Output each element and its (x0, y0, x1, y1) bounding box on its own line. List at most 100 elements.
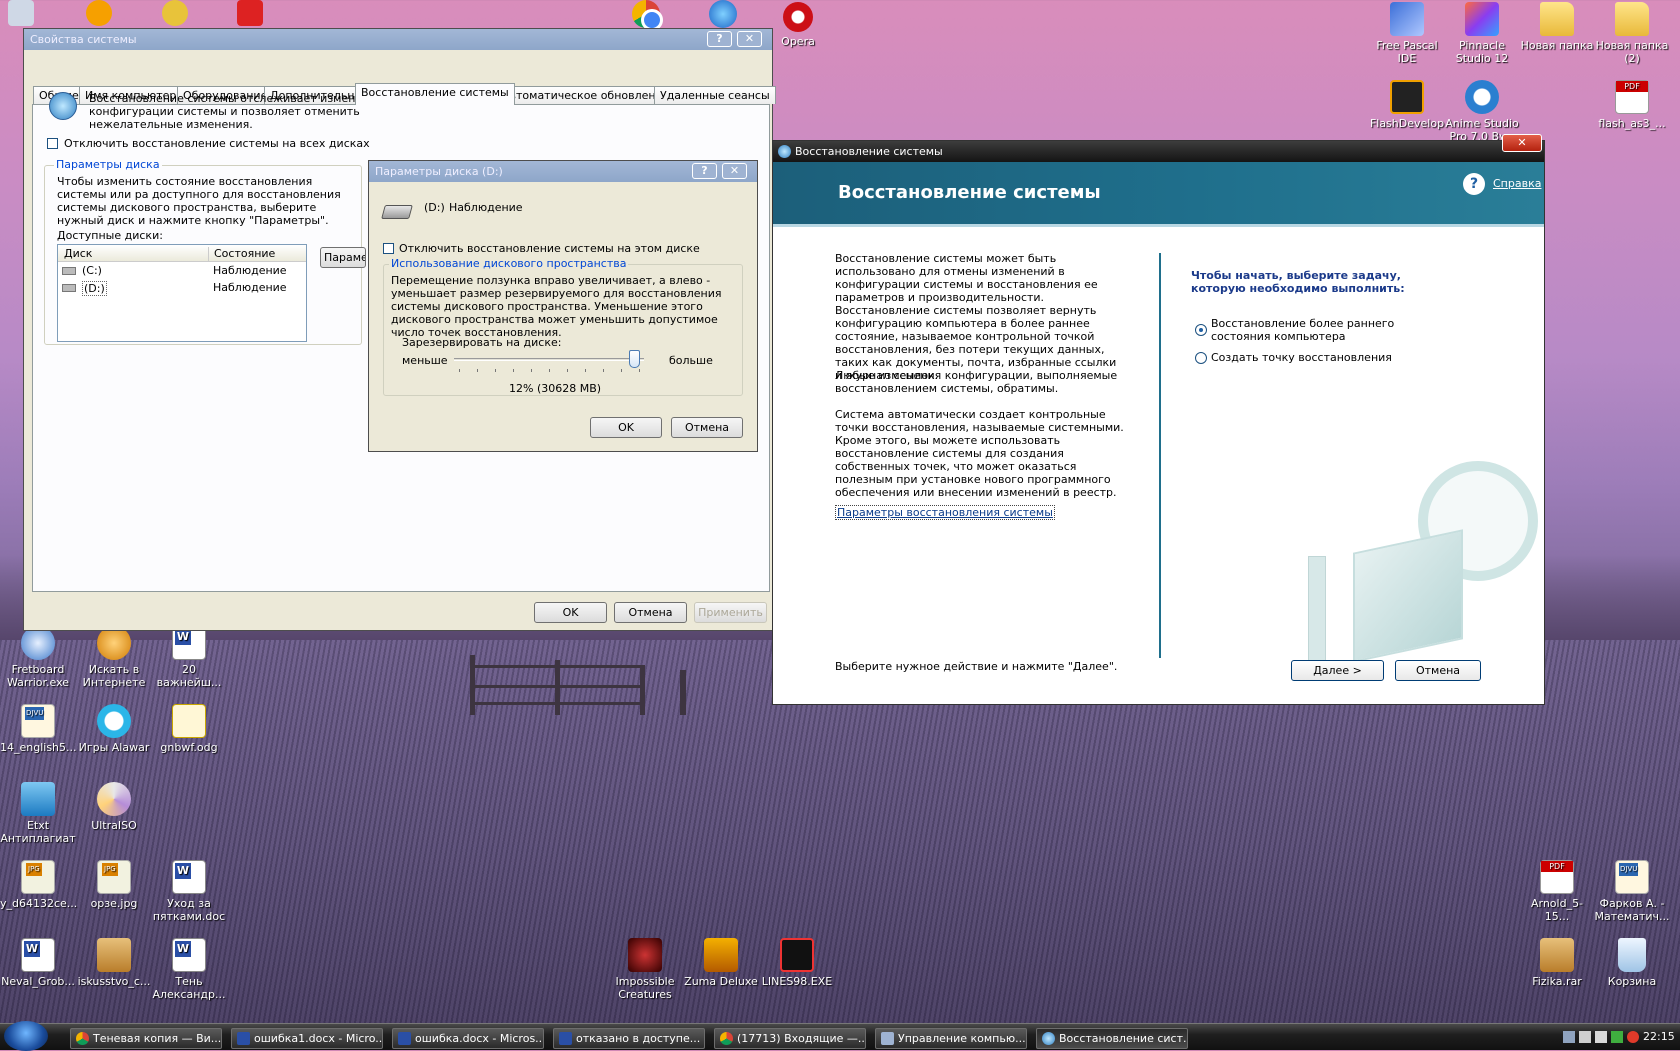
cancel-button[interactable]: Отмена (671, 417, 743, 438)
col-disk-header[interactable]: Диск (64, 247, 92, 260)
desktop-icon-iskusstvo[interactable]: iskusstvo_c... (76, 938, 152, 988)
tray-alert-icon[interactable] (1627, 1031, 1639, 1043)
disable-this-disk-checkbox[interactable] (383, 243, 394, 254)
taskbar-item-error1-docx[interactable]: ошибка1.docx - Micro... (231, 1028, 383, 1049)
desktop-icon-fizika[interactable]: Fizika.rar (1519, 938, 1595, 988)
taskbar-item-system-restore[interactable]: Восстановление сист... (1036, 1028, 1188, 1049)
tab-system-restore[interactable]: Восстановление системы (355, 83, 515, 105)
close-button[interactable]: ✕ (1502, 134, 1542, 152)
slider-thumb[interactable] (629, 350, 640, 368)
help-button[interactable]: ? (692, 163, 717, 179)
dialog-title: Параметры диска (D:) (375, 165, 503, 178)
desktop-icon-flashdevelop[interactable]: FlashDevelop (1369, 80, 1445, 130)
word-icon (398, 1032, 411, 1045)
disable-this-disk-label: Отключить восстановление системы на этом… (399, 242, 700, 255)
close-button[interactable]: ✕ (722, 163, 747, 179)
tab-remote[interactable]: Удаленные сеансы (654, 86, 776, 104)
chrome-icon (76, 1032, 89, 1045)
tray-network-icon[interactable] (1563, 1031, 1575, 1043)
radio-create-point-label[interactable]: Создать точку восстановления (1211, 351, 1392, 364)
drive-name: (D:) (424, 201, 445, 214)
disk-space-slider[interactable] (454, 349, 644, 372)
desktop-icon-y-d64132ce[interactable]: y_d64132ce... (0, 860, 77, 910)
desktop-icon-impossible-creatures[interactable]: Impossible Creatures (607, 938, 683, 1001)
params-button[interactable]: Параметр (320, 247, 366, 268)
radio-restore[interactable] (1195, 324, 1207, 336)
disk-list[interactable]: Диск Состояние (C:) Наблюдение (D:) Набл… (57, 244, 307, 342)
disable-all-checkbox[interactable] (47, 138, 58, 149)
slider-tick (495, 369, 496, 372)
radio-create-point[interactable] (1195, 352, 1207, 364)
next-button[interactable]: Далее > (1291, 660, 1384, 681)
desktop-icon-alawar[interactable]: Игры Alawar (76, 704, 152, 754)
wizard-icon (778, 145, 791, 158)
disk-list-header: Диск Состояние (58, 245, 306, 262)
help-button[interactable]: ? (707, 31, 732, 47)
start-button[interactable] (4, 1021, 48, 1051)
desktop-icon-new-folder-2[interactable]: Новая папка (2) (1594, 2, 1670, 65)
tab-automatic-updates[interactable]: Автоматическое обновление (496, 86, 676, 104)
desktop-icon-gnbwf[interactable]: gnbwf.odg (151, 704, 227, 754)
chrome-icon (720, 1032, 733, 1045)
tray-shield-icon[interactable] (1611, 1031, 1623, 1043)
help-icon[interactable]: ? (1463, 173, 1485, 195)
desktop-icon-flash-as3[interactable]: flash_as3_... (1594, 80, 1670, 130)
desktop-icon-partial-3[interactable] (150, 0, 200, 29)
help-link[interactable]: Справка (1493, 177, 1541, 190)
cancel-button[interactable]: Отмена (614, 602, 687, 623)
desktop-icon-chrome[interactable] (608, 0, 684, 31)
desktop-icon-pinnacle[interactable]: Pinnacle Studio 12 (1444, 2, 1520, 65)
drive-icon (62, 267, 76, 275)
tray-security-icon[interactable] (1579, 1031, 1591, 1043)
apply-button[interactable]: Применить (694, 602, 767, 623)
wizard-divider (1159, 253, 1161, 658)
desktop-icon-new-folder[interactable]: Новая папка (1519, 2, 1595, 52)
table-row[interactable]: (D:) Наблюдение (58, 279, 306, 296)
desktop-icon-arnold[interactable]: Arnold_5-15... (1519, 860, 1595, 923)
desktop-icon-partial-2[interactable] (74, 0, 124, 29)
desktop-icon-ie[interactable] (685, 0, 761, 31)
slider-tick (585, 369, 586, 372)
col-state-header[interactable]: Состояние (208, 247, 275, 262)
ok-button[interactable]: OK (590, 417, 662, 438)
slider-tick (639, 369, 640, 372)
slider-tick (567, 369, 568, 372)
taskbar-item-error-docx[interactable]: ошибка.docx - Micros... (392, 1028, 544, 1049)
desktop-icon-search-internet[interactable]: Искать в Интернете (76, 626, 152, 689)
ok-button[interactable]: OK (534, 602, 607, 623)
desktop-icon-14-english[interactable]: 14_english5... (0, 704, 77, 754)
clock[interactable]: 22:15 (1643, 1030, 1675, 1043)
system-properties-titlebar[interactable]: Свойства системы ? ✕ (24, 29, 772, 50)
wizard-titlebar[interactable]: Восстановление системы ✕ (773, 134, 1544, 162)
desktop-icon-zuma[interactable]: Zuma Deluxe (683, 938, 759, 988)
slider-tick (477, 369, 478, 372)
desktop-icon-neval[interactable]: Neval_Grob... (0, 938, 76, 988)
taskbar-item-shadow-copy[interactable]: Теневая копия — Ви... (70, 1028, 222, 1049)
desktop-icon-fretboard[interactable]: Fretboard Warrior.exe (0, 626, 76, 689)
desktop-icon-20-vazhneysh[interactable]: 20 важнейш... (151, 626, 227, 689)
desktop-icon-orze[interactable]: орзе.jpg (76, 860, 152, 910)
desktop-icon-farkov[interactable]: Фарков А. - Математич... (1594, 860, 1670, 923)
desktop-icon-free-pascal[interactable]: Free Pascal IDE (1369, 2, 1445, 65)
desktop-icon-lines98[interactable]: LINES98.EXE (759, 938, 835, 988)
desktop-icon-partial-1[interactable] (0, 0, 46, 29)
radio-restore-label[interactable]: Восстановление более раннего состояния к… (1211, 317, 1451, 343)
desktop-icon-etxt[interactable]: Etxt Антиплагиат (0, 782, 76, 845)
close-button[interactable]: ✕ (737, 31, 762, 47)
taskbar-item-computer-management[interactable]: Управление компью... (875, 1028, 1027, 1049)
system-restore-icon (1042, 1032, 1055, 1045)
word-doc-icon (21, 938, 55, 972)
table-row[interactable]: (C:) Наблюдение (58, 262, 306, 279)
taskbar-item-inbox[interactable]: (17713) Входящие —... (714, 1028, 866, 1049)
desktop-icon-uhod[interactable]: Уход за пятками.doc (151, 860, 227, 923)
desktop-icon-recycle-bin[interactable]: Корзина (1594, 938, 1670, 988)
taskbar-item-access-denied[interactable]: отказано в доступе... (553, 1028, 705, 1049)
desktop-icon-partial-4[interactable] (225, 0, 275, 29)
desktop-icon-ten[interactable]: Тень Александр... (151, 938, 227, 1001)
desktop-icon-ultraiso[interactable]: UltraISO (76, 782, 152, 832)
disk-params-titlebar[interactable]: Параметры диска (D:) ? ✕ (369, 161, 757, 182)
restore-settings-link[interactable]: Параметры восстановления системы (835, 505, 1055, 520)
cancel-button[interactable]: Отмена (1395, 660, 1481, 681)
wizard-window-title: Восстановление системы (795, 145, 943, 158)
tray-volume-icon[interactable] (1595, 1031, 1607, 1043)
